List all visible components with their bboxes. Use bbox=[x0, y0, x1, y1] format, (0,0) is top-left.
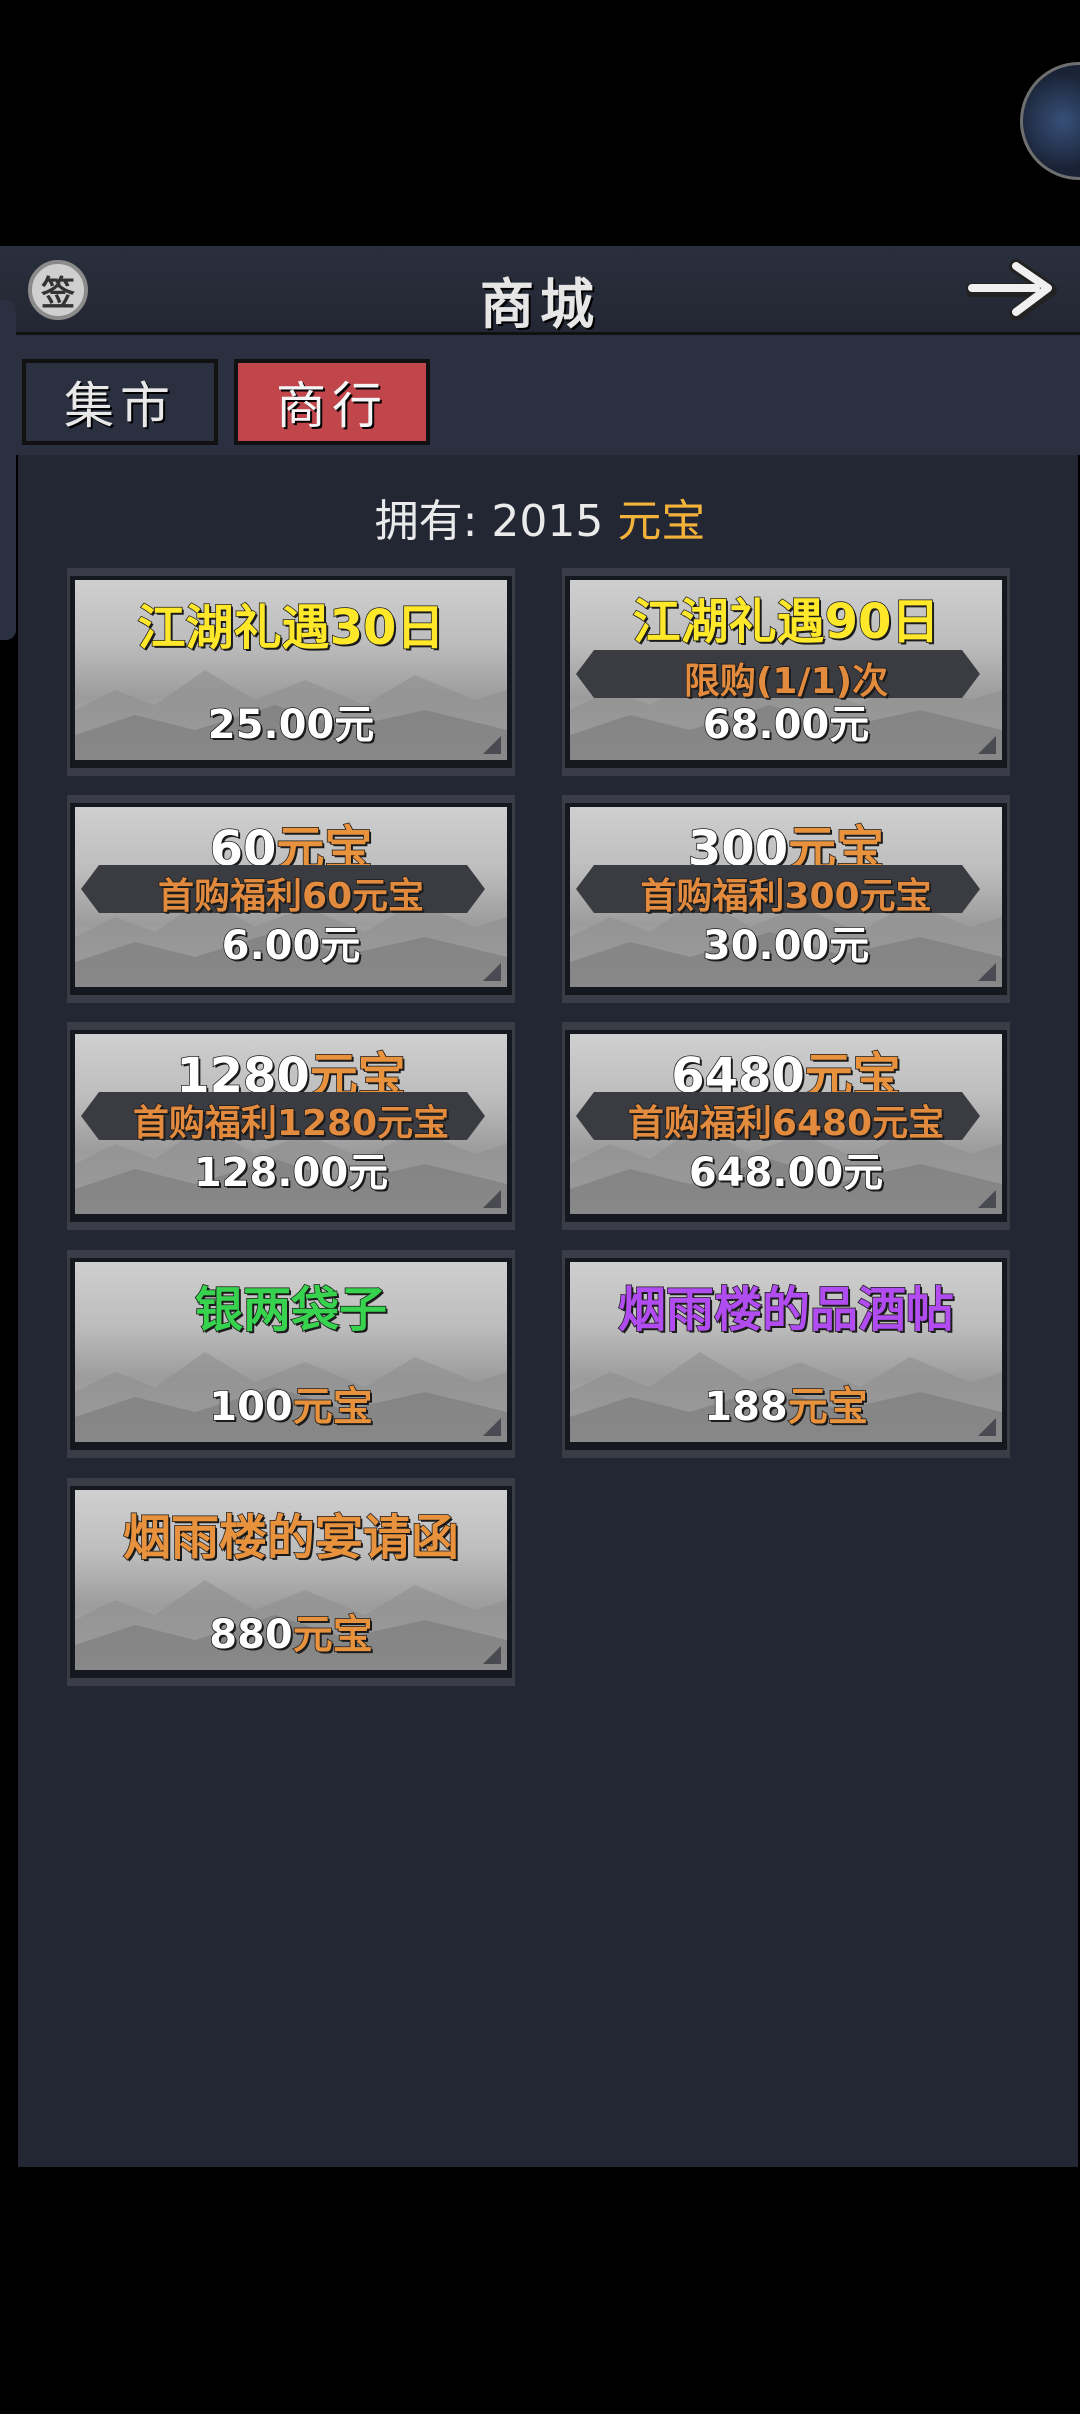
product-price: 648.00元 bbox=[688, 1149, 884, 1197]
product-name: 烟雨楼的品酒帖 bbox=[617, 1281, 955, 1339]
balance-currency: 元宝 bbox=[617, 496, 706, 547]
product-card[interactable]: 烟雨楼的品酒帖 188元宝 bbox=[562, 1250, 1010, 1458]
product-price: 68.00元 bbox=[702, 701, 870, 749]
balance-prefix: 拥有: bbox=[374, 496, 478, 547]
product-card[interactable]: 江湖礼遇30日 25.00元 bbox=[67, 568, 515, 776]
product-price: 100元宝 bbox=[67, 1374, 515, 1432]
balance-amount: 2015 bbox=[491, 496, 604, 547]
price-amount: 188 bbox=[704, 1383, 789, 1431]
header-bar: 签 商城 bbox=[0, 246, 1080, 336]
product-name: 江湖礼遇30日 bbox=[137, 599, 445, 657]
price-unit: 元宝 bbox=[292, 1383, 374, 1431]
bonus-text: 首购福利6480元宝 bbox=[627, 1102, 945, 1145]
bottom-area bbox=[0, 2167, 1080, 2414]
product-card[interactable]: 60元宝 首购福利60元宝 6.00元 bbox=[67, 795, 515, 1003]
product-card[interactable]: 300元宝 首购福利300元宝 30.00元 bbox=[562, 795, 1010, 1003]
product-card[interactable]: 银两袋子 100元宝 bbox=[67, 1250, 515, 1458]
tab-bar: 集市 商行 bbox=[0, 335, 1080, 455]
product-name: 银两袋子 bbox=[194, 1281, 388, 1339]
product-name: 烟雨楼的宴请函 bbox=[122, 1509, 460, 1567]
price-unit: 元宝 bbox=[787, 1383, 869, 1431]
bonus-text: 首购福利60元宝 bbox=[157, 875, 425, 918]
side-handle[interactable] bbox=[0, 300, 16, 640]
arrow-right-icon[interactable] bbox=[966, 254, 1062, 326]
product-price: 188元宝 bbox=[562, 1374, 1010, 1432]
product-price: 128.00元 bbox=[193, 1149, 389, 1197]
tab-market[interactable]: 集市 bbox=[22, 359, 218, 445]
product-card[interactable]: 烟雨楼的宴请函 880元宝 bbox=[67, 1478, 515, 1686]
bonus-text: 首购福利300元宝 bbox=[640, 875, 933, 918]
product-price: 25.00元 bbox=[207, 701, 375, 749]
price-amount: 880 bbox=[209, 1611, 294, 1659]
product-price: 30.00元 bbox=[702, 922, 870, 970]
status-area bbox=[0, 0, 1080, 246]
product-card[interactable]: 6480元宝 首购福利6480元宝 648.00元 bbox=[562, 1022, 1010, 1230]
product-card[interactable]: 江湖礼遇90日 限购(1/1)次 68.00元 bbox=[562, 568, 1010, 776]
page-title: 商城 bbox=[480, 272, 600, 336]
product-price: 880元宝 bbox=[67, 1602, 515, 1660]
tab-shop[interactable]: 商行 bbox=[234, 359, 430, 445]
price-amount: 100 bbox=[209, 1383, 294, 1431]
price-unit: 元宝 bbox=[292, 1611, 374, 1659]
product-name: 江湖礼遇90日 bbox=[632, 593, 940, 651]
bonus-text: 首购福利1280元宝 bbox=[132, 1102, 450, 1145]
product-price: 6.00元 bbox=[221, 922, 361, 970]
balance-display: 拥有: 2015 元宝 bbox=[0, 485, 1080, 549]
product-card[interactable]: 1280元宝 首购福利1280元宝 128.00元 bbox=[67, 1022, 515, 1230]
